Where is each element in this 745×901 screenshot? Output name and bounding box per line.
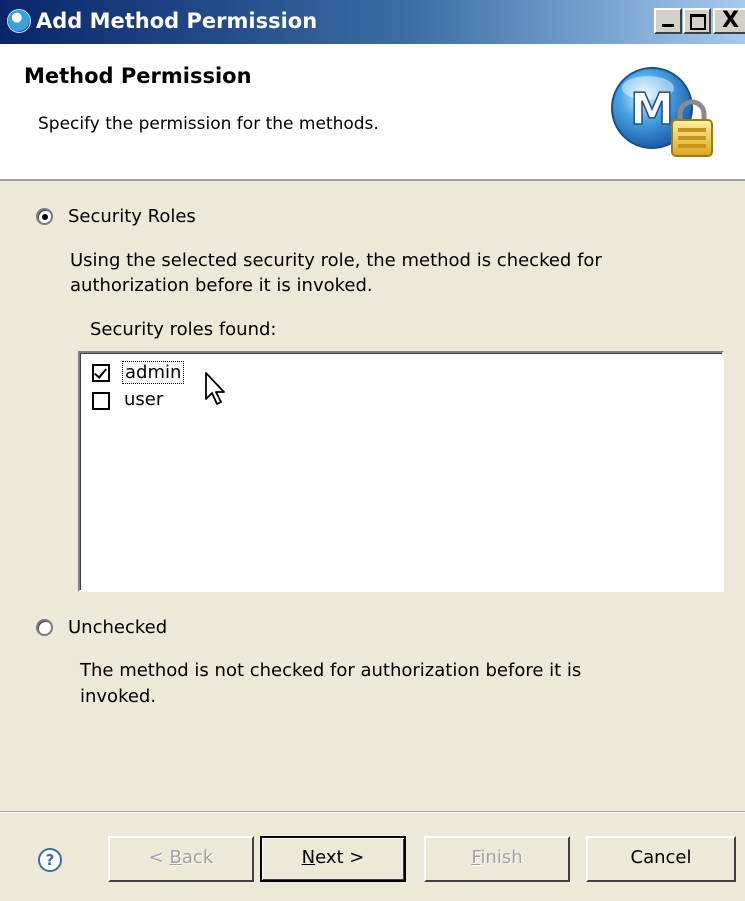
method-lock-icon: M [611, 67, 713, 157]
maximize-button[interactable] [683, 8, 711, 34]
next-rest: ext > [315, 847, 365, 868]
unchecked-description: The method is not checked for authorizat… [80, 660, 582, 707]
title-bar[interactable]: Add Method Permission X [0, 0, 745, 44]
close-icon: X [722, 8, 739, 33]
admin-role-label[interactable]: admin [122, 361, 185, 384]
finish-rest: inish [480, 847, 523, 868]
unchecked-label[interactable]: Unchecked [68, 617, 167, 638]
next-button[interactable]: Next > [260, 836, 406, 882]
admin-checkbox[interactable] [92, 364, 110, 382]
back-prefix: < [148, 847, 170, 868]
wizard-header: Method Permission Specify the permission… [0, 44, 745, 181]
user-checkbox[interactable] [92, 392, 110, 410]
security-roles-radio[interactable] [36, 208, 53, 225]
minimize-button[interactable] [654, 8, 682, 34]
back-button[interactable]: < Back [108, 836, 254, 882]
window-title: Add Method Permission [36, 9, 318, 33]
back-rest: ack [181, 847, 214, 868]
page-title: Method Permission [24, 64, 252, 88]
close-button[interactable]: X [713, 8, 745, 34]
wizard-content: Security Roles Using the selected securi… [0, 181, 745, 801]
unchecked-radio[interactable] [36, 619, 53, 636]
page-description: Specify the permission for the methods. [38, 114, 379, 134]
badge-letter: M [630, 84, 674, 135]
roles-list[interactable]: admin user [78, 351, 724, 592]
finish-button[interactable]: Finish [424, 836, 570, 882]
mouse-pointer-icon [205, 372, 225, 405]
user-role-label[interactable]: user [122, 389, 165, 410]
security-roles-label[interactable]: Security Roles [68, 206, 196, 227]
add-method-permission-dialog: Add Method Permission X Method Permissio… [0, 0, 745, 901]
wizard-footer: ? < Back Next > Finish Cancel [0, 813, 745, 901]
app-icon [8, 10, 30, 32]
security-roles-description: Using the selected security role, the me… [70, 250, 602, 296]
back-mnemonic: B [169, 847, 182, 868]
help-icon[interactable]: ? [38, 848, 62, 872]
roles-found-label: Security roles found: [90, 319, 277, 340]
next-mnemonic: N [301, 847, 316, 868]
cancel-button[interactable]: Cancel [586, 836, 736, 882]
